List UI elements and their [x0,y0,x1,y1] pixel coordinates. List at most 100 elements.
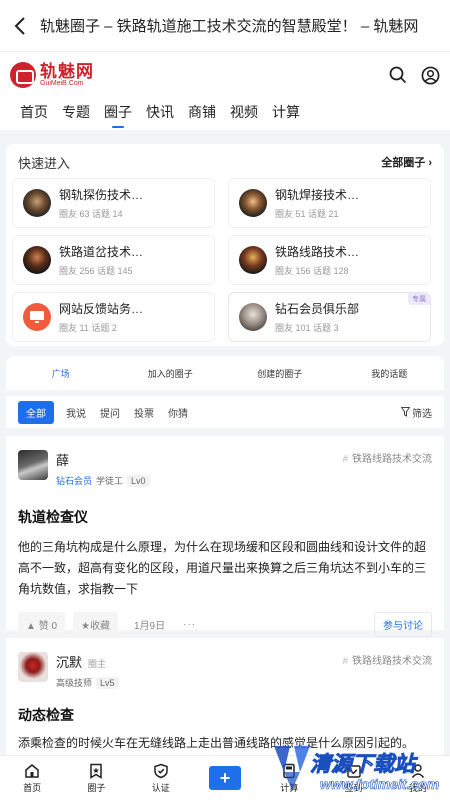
circle-meta: 圈友 11 话题 2 [59,323,117,333]
search-button[interactable] [388,65,408,85]
shield-icon [153,763,168,778]
watermark-logo-icon [274,746,310,790]
avatar[interactable] [18,450,48,480]
post-card[interactable]: 沉默 圈主 高级技师 Lv5 # 铁路线路技术交流 动态检查 添乘检查的时候火车在无… [6,638,444,755]
circle-avatar [23,189,51,217]
circle-avatar [23,303,51,331]
circle-name: 钢轨探伤技术… [59,188,144,202]
page-title: 轨魅圈子 – 铁路轨道施工技术交流的智慧殿堂！ – 轨魅网 [40,18,419,35]
bottom-nav-label: 首页 [23,782,42,793]
filter-guess[interactable]: 你猜 [168,405,188,420]
nav-tab-news[interactable]: 快讯 [146,98,174,130]
post-card[interactable]: 薛 钻石会员 学徒工 Lv0 # 铁路线路技术交流 轨道检查仪 他的三角坑构成是什… [6,436,444,637]
nav-tab-shops[interactable]: 商铺 [188,98,216,130]
circle-card[interactable]: 专属 钻石会员俱乐部圈友 101 话题 3 [228,292,431,342]
logo-sub-text: GuiMeiB.Com [40,80,84,87]
bottom-nav-label: 圈子 [87,782,106,793]
circle-meta: 圈友 101 话题 3 [275,323,339,333]
exclusive-badge: 专属 [408,293,430,305]
feed-tab-square[interactable]: 广场 [6,367,116,380]
circle-card[interactable]: 铁路道岔技术… 圈友 256 话题 145 [12,235,215,285]
post-body[interactable]: 他的三角坑构成是什么原理，为什么在现场缓和区段和圆曲线和设计文件的超高不一致，超… [6,537,444,600]
post-date: 1月9日 [134,621,166,632]
post-title[interactable]: 轨道检查仪 [6,507,444,527]
filter-say[interactable]: 我说 [66,405,86,420]
brand-bar: 轨魅网 GuiMeiB.Com [0,52,450,98]
circle-card[interactable]: 网站反馈站务… 圈友 11 话题 2 [12,292,215,342]
circle-card[interactable]: 铁路线路技术… 圈友 156 话题 128 [228,235,431,285]
plus-icon: + [208,766,241,790]
circle-avatar [239,303,267,331]
feed-tab-created[interactable]: 创建的圈子 [225,367,335,380]
post-circle-link[interactable]: # 铁路线路技术交流 [342,652,432,667]
star-icon: ★ [81,621,90,632]
monitor-icon [30,311,44,323]
circle-meta: 圈友 63 话题 14 [59,209,123,219]
user-circle-icon [421,66,439,84]
filter-button[interactable]: 筛选 [401,405,432,420]
favorite-button[interactable]: ★收藏 [73,612,118,637]
avatar[interactable] [18,652,48,682]
user-name[interactable]: 薛 [56,453,69,468]
join-discussion-button[interactable]: 参与讨论 [374,612,432,637]
circle-meta: 圈友 156 话题 128 [275,266,349,276]
post-circle-link[interactable]: # 铁路线路技术交流 [342,450,432,465]
watermark-url: www.fotimeit.com [320,776,440,793]
logo-mark-icon [10,62,36,88]
like-label: 赞 0 [38,621,58,632]
like-button[interactable]: ▲ 赞 0 [18,612,66,637]
nav-tab-calc[interactable]: 计算 [272,98,300,130]
circle-avatar [239,189,267,217]
filter-vote[interactable]: 投票 [134,405,154,420]
bottom-nav-label: 认证 [151,782,170,793]
bottom-nav-home[interactable]: 首页 [0,763,64,794]
circle-name: 铁路道岔技术… [59,245,144,259]
all-circles-label: 全部圈子 [381,157,426,169]
bottom-nav-post[interactable]: + [193,766,257,790]
nav-tab-videos[interactable]: 视频 [230,98,258,130]
user-role: 圈主 [88,659,107,669]
nav-tab-topics[interactable]: 专题 [62,98,90,130]
nav-tab-circles[interactable]: 圈子 [104,98,132,130]
logo-main-text: 轨魅网 [40,62,94,81]
bookmark-star-icon [90,763,103,779]
filter-ask[interactable]: 提问 [100,405,120,420]
user-rank: 高级技师 [56,678,93,688]
favorite-label: 收藏 [90,621,110,632]
post-circle-name: 铁路线路技术交流 [352,454,432,465]
bottom-nav-circles[interactable]: 圈子 [64,763,128,794]
circle-name: 网站反馈站务… [59,302,144,316]
nav-tab-home[interactable]: 首页 [20,98,48,130]
hash-icon: # [342,454,348,465]
circle-meta: 圈友 51 话题 21 [275,209,339,219]
filter-all[interactable]: 全部 [18,400,54,424]
feed-tab-joined[interactable]: 加入的圈子 [116,367,226,380]
top-bar: 轨魅圈子 – 铁路轨道施工技术交流的智慧殿堂！ – 轨魅网 [0,0,450,52]
feed-tab-my-topics[interactable]: 我的话题 [335,367,445,380]
quick-entry-title: 快速进入 [18,155,71,171]
thumb-up-icon: ▲ [26,621,36,632]
more-button[interactable]: ··· [183,619,196,630]
post-circle-name: 铁路线路技术交流 [352,656,432,667]
watermark-text: 清源下载站 [310,753,416,777]
circle-avatar [239,246,267,274]
circle-avatar [23,246,51,274]
user-name[interactable]: 沉默 [56,655,82,670]
site-logo[interactable]: 轨魅网 GuiMeiB.Com [10,62,94,88]
post-title[interactable]: 动态检查 [6,705,444,725]
circle-card[interactable]: 钢轨探伤技术… 圈友 63 话题 14 [12,178,215,228]
funnel-icon [401,407,410,417]
circle-card[interactable]: 钢轨焊接技术… 圈友 51 话题 21 [228,178,431,228]
search-icon [389,66,407,84]
account-button[interactable] [420,65,440,85]
back-button[interactable] [0,0,40,52]
bottom-nav-verify[interactable]: 认证 [129,763,193,794]
home-icon [25,763,39,778]
user-level: Lv0 [127,474,150,487]
all-circles-link[interactable]: 全部圈子 › [381,154,432,170]
hash-icon: # [342,656,348,667]
circle-name: 钻石会员俱乐部 [275,302,360,316]
chevron-left-icon [14,16,25,35]
filter-label: 筛选 [412,408,432,420]
circle-name: 钢轨焊接技术… [275,188,360,202]
